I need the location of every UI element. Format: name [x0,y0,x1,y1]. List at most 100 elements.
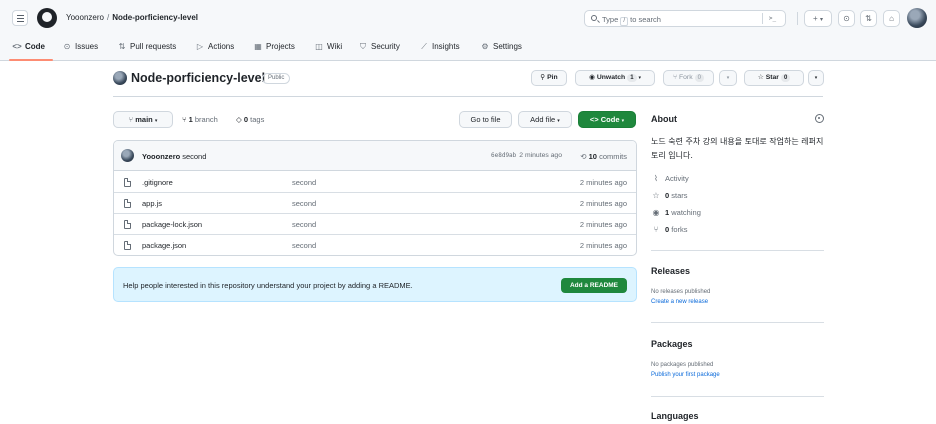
eye-icon: ◉ [589,74,595,81]
eye-icon: ◉ [652,208,660,217]
caret-down-icon: ▾ [638,75,641,81]
shield-icon: ⛉ [360,42,366,51]
code-button[interactable]: <> Code ▾ [578,111,636,128]
tab-settings-label: Settings [493,42,522,51]
publish-package-link[interactable]: Publish your first package [651,372,720,378]
file-icon [124,178,131,187]
commit-word: commits [599,152,627,161]
releases-heading[interactable]: Releases [651,266,690,276]
branches-link[interactable]: ⑂ 1 branch [182,115,218,124]
add-file-button[interactable]: Add file ▾ [518,111,572,128]
commit-author[interactable]: Yooonzero [142,152,180,161]
watch-count: 1 [627,74,637,82]
user-avatar[interactable] [907,8,927,28]
watching-count: 1 [665,208,670,217]
file-name[interactable]: app.js [142,199,162,208]
file-name[interactable]: package-lock.json [142,220,202,229]
file-commit-message[interactable]: second [292,220,316,229]
file-row[interactable]: package.json second 2 minutes ago [114,235,636,255]
file-row[interactable]: app.js second 2 minutes ago [114,193,636,214]
commit-author-avatar[interactable] [121,149,134,162]
command-palette-icon[interactable]: >_ [762,13,782,24]
unwatch-label: Unwatch [596,74,626,81]
commit-message[interactable]: second [182,152,206,161]
add-readme-button[interactable]: Add a README [561,278,627,293]
readme-banner: Help people interested in this repositor… [113,267,637,302]
activity-link[interactable]: ⌇ Activity [651,174,689,183]
create-release-link[interactable]: Create a new release [651,299,708,305]
tab-code[interactable]: <> Code [12,41,45,53]
search-placeholder-suffix: to search [630,15,661,24]
sidebar-divider [651,322,824,323]
file-row[interactable]: package-lock.json second 2 minutes ago [114,214,636,235]
breadcrumb-repo[interactable]: Node-porficiency-level [112,13,198,22]
star-dropdown-button[interactable]: ▾ [808,70,824,86]
readme-banner-text: Help people interested in this repositor… [123,281,413,290]
repo-owner-avatar[interactable] [113,71,127,85]
fork-dropdown-button[interactable]: ▾ [719,70,737,86]
file-table: Yooonzero second 6e8d9ab 2 minutes ago ⟲ 1… [113,140,637,256]
watching-link[interactable]: ◉ 1 watching [651,208,701,217]
file-row[interactable]: .gitignore second 2 minutes ago [114,172,636,193]
breadcrumb-owner[interactable]: Yooonzero [66,13,104,22]
forks-link[interactable]: ⑂ 0 forks [651,225,688,234]
pull-request-icon: ⇅ [118,42,126,51]
fork-icon: ⑂ [653,225,659,234]
play-icon: ▷ [196,42,204,51]
file-name[interactable]: package.json [142,241,186,250]
add-file-label: Add file [530,115,556,124]
search-input[interactable]: Type / to search >_ [584,10,786,27]
create-new-button[interactable]: + ▾ [804,10,832,27]
issues-icon[interactable]: ⊙ [838,10,855,27]
github-logo-icon[interactable] [37,8,57,28]
star-icon: ☆ [652,191,660,200]
tab-projects[interactable]: ▦ Projects [253,41,295,53]
issue-icon: ⊙ [63,42,71,51]
file-icon [124,199,131,208]
tab-actions-label: Actions [208,42,235,51]
pull-requests-icon[interactable]: ⇅ [860,10,877,27]
search-placeholder-prefix: Type [602,15,619,24]
tab-projects-label: Projects [266,42,295,51]
stars-link[interactable]: ☆ 0 stars [651,191,687,200]
caret-down-icon: ▾ [557,118,560,124]
tab-insights[interactable]: ⟋ Insights [419,41,459,53]
tab-wiki[interactable]: ◫ Wiki [314,41,342,53]
about-settings-gear-icon[interactable] [815,114,824,123]
tab-pull-requests[interactable]: ⇅ Pull requests [117,41,177,53]
repo-title[interactable]: Node-porficiency-level [131,71,265,85]
caret-down-icon: ▾ [154,118,158,124]
tab-actions[interactable]: ▷ Actions [195,41,234,53]
tab-security[interactable]: ⛉ Security [358,41,400,53]
forks-count: 0 [665,225,670,234]
global-header: Yooonzero / Node-porficiency-level Type / … [0,0,936,61]
go-to-file-button[interactable]: Go to file [459,111,512,128]
file-commit-message[interactable]: second [292,241,316,250]
watching-word: watching [671,208,701,217]
unwatch-button[interactable]: ◉ Unwatch 1 ▾ [575,70,655,86]
caret-down-icon: ▾ [814,75,818,81]
fork-button[interactable]: ⑂ Fork 0 [663,70,714,86]
file-commit-message[interactable]: second [292,178,316,187]
inbox-icon[interactable]: ⌂ [883,10,900,27]
star-button[interactable]: ☆ Star 0 [744,70,804,86]
tab-settings[interactable]: ⚙ Settings [480,41,522,53]
file-name[interactable]: .gitignore [142,178,173,187]
file-commit-message[interactable]: second [292,199,316,208]
tag-count: 0 [243,115,249,124]
packages-heading[interactable]: Packages [651,339,693,349]
tab-issues[interactable]: ⊙ Issues [62,41,98,53]
hamburger-menu-icon[interactable] [12,10,28,26]
commits-link[interactable]: ⟲ 10 commits [580,152,627,161]
file-icon [124,241,131,250]
languages-heading: Languages [651,411,699,421]
branch-word: branch [194,115,218,124]
commit-sha[interactable]: 6e8d9ab [491,152,516,159]
branch-selector[interactable]: ⑂ main ▾ [113,111,173,128]
tags-link[interactable]: ◇ 0 tags [236,115,264,124]
packages-empty-text: No packages published [651,362,714,368]
pin-button[interactable]: ⚲ Pin [531,70,567,86]
caret-down-icon: ▾ [819,17,823,23]
star-icon: ☆ [757,74,764,81]
search-placeholder: Type / to search [602,15,661,26]
